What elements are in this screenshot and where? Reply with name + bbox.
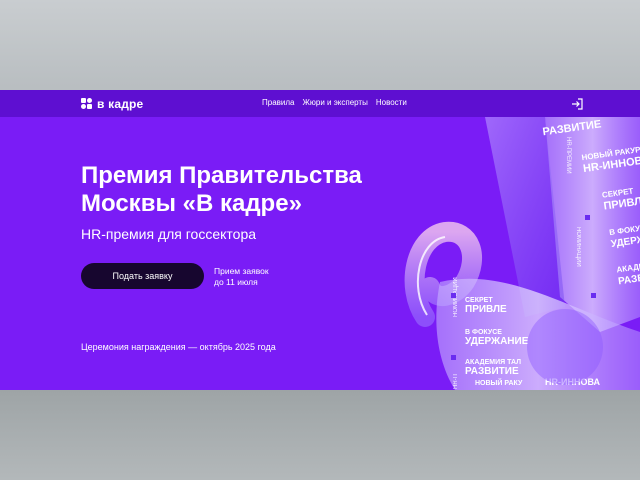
title-line-1: Премия Правительства bbox=[81, 162, 362, 189]
ribbon-word: РАЗВИТИЕ bbox=[465, 366, 519, 377]
brand-logo[interactable]: в кадре bbox=[81, 97, 143, 111]
hero-subtitle: HR-премия для госсектора bbox=[81, 226, 257, 242]
title-line-2: Москвы «В кадре» bbox=[81, 190, 302, 217]
nav-links: Правила Жюри и эксперты Новости bbox=[262, 98, 407, 107]
nav-link-news[interactable]: Новости bbox=[376, 98, 407, 107]
landing-page: в кадре Правила Жюри и эксперты Новости … bbox=[0, 90, 640, 390]
glow-orb bbox=[527, 309, 603, 385]
deadline-line-1: Прием заявок bbox=[214, 266, 269, 276]
ribbon-word: АКАДЕМИЯ ТАЛ bbox=[465, 359, 521, 366]
ribbon-vertical-word: HR-П bbox=[453, 374, 459, 389]
backdrop-bottom bbox=[0, 390, 640, 480]
submit-application-button[interactable]: Подать заявку bbox=[81, 263, 204, 289]
ribbon-word: УДЕРЖАНИЕ bbox=[465, 336, 529, 347]
top-navbar: в кадре Правила Жюри и эксперты Новости bbox=[0, 90, 640, 117]
ribbon-vertical-word: HR-ПРЕМИИ bbox=[565, 137, 571, 174]
logo-mark-icon bbox=[81, 98, 93, 110]
nav-link-jury[interactable]: Жюри и эксперты bbox=[302, 98, 367, 107]
logo-text: в кадре bbox=[97, 97, 144, 111]
ribbon-word: СЕКРЕТ bbox=[465, 297, 493, 304]
ceremony-date: Церемония награждения — октябрь 2025 год… bbox=[81, 342, 276, 352]
ribbon-illustration: РАЗВИТИЕ НОВЫЙ РАКУРС HR-ИННОВ СЕКРЕТ ПР… bbox=[395, 117, 640, 390]
page-title: Премия Правительства Москвы «В кадре» bbox=[81, 162, 411, 218]
deadline-line-2: до 11 июля bbox=[214, 277, 258, 287]
deadline-note: Прием заявок до 11 июля bbox=[214, 266, 304, 288]
ribbon-word: В ФОКУСЕ bbox=[465, 329, 502, 336]
nav-link-rules[interactable]: Правила bbox=[262, 98, 294, 107]
ribbon-word: ПРИВЛЕ bbox=[465, 304, 507, 315]
login-icon[interactable] bbox=[571, 97, 583, 110]
ribbon-word: НОВЫЙ РАКУ bbox=[475, 378, 523, 387]
ribbon-vertical-word: НОМИНАЦИИ bbox=[575, 227, 581, 267]
